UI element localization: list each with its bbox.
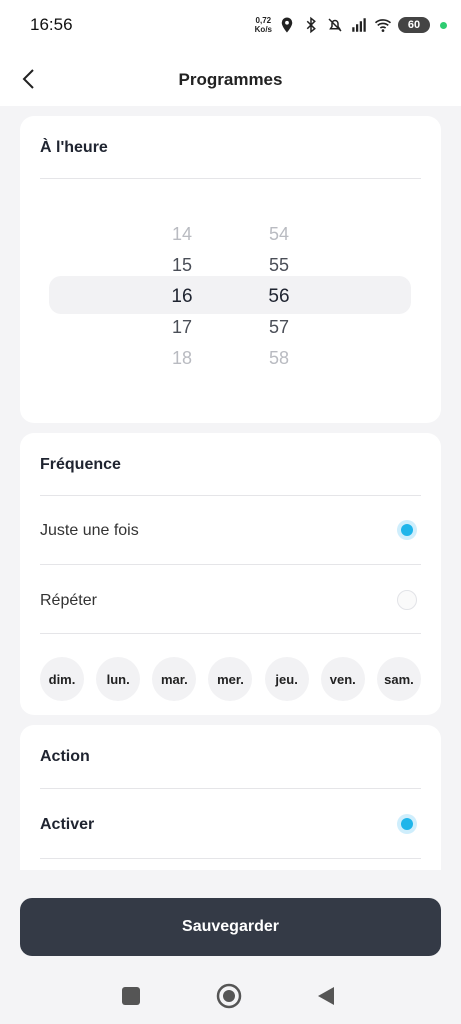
- radio-once[interactable]: [397, 520, 417, 540]
- day-button-tue[interactable]: mar.: [152, 657, 197, 701]
- minute-option[interactable]: 54: [249, 224, 309, 245]
- back-triangle-icon: [318, 987, 334, 1005]
- day-button-mon[interactable]: lun.: [96, 657, 141, 701]
- top-app-bar: Programmes: [0, 52, 461, 106]
- mute-icon: [328, 18, 342, 32]
- frequency-card-title: Fréquence: [40, 456, 121, 473]
- hour-option[interactable]: 18: [152, 348, 212, 369]
- status-time: 16:56: [30, 15, 73, 34]
- frequency-card: Fréquence Juste une fois Répéter dim. lu…: [20, 433, 441, 715]
- time-card: À l'heure 14 15 16 17 18 54 55 56 57 58: [20, 116, 441, 423]
- day-button-fri[interactable]: ven.: [320, 657, 365, 701]
- divider: [40, 564, 421, 565]
- hour-option[interactable]: 17: [152, 317, 212, 338]
- privacy-indicator-dot: [440, 21, 447, 29]
- divider: [40, 633, 421, 634]
- status-icons: 0,72 Ko/s 60: [255, 12, 447, 38]
- day-button-thu[interactable]: jeu.: [264, 657, 309, 701]
- location-icon: [281, 17, 293, 33]
- day-button-sat[interactable]: sam.: [376, 657, 421, 701]
- home-circle-icon: [216, 983, 242, 1009]
- divider: [40, 858, 421, 859]
- network-speed-value: 0,72: [255, 16, 272, 25]
- minute-option[interactable]: 58: [249, 348, 309, 369]
- save-button[interactable]: Sauvegarder: [20, 898, 441, 956]
- weekday-selector: dim. lun. mar. mer. jeu. ven. sam.: [40, 657, 421, 701]
- minute-option[interactable]: 57: [249, 317, 309, 338]
- page-title: Programmes: [178, 70, 283, 89]
- option-activate-label: Activer: [40, 816, 95, 833]
- status-bar: 16:56 0,72 Ko/s 60: [0, 0, 461, 52]
- time-card-title: À l'heure: [40, 139, 108, 156]
- hour-option[interactable]: 15: [152, 255, 212, 276]
- divider: [40, 788, 421, 789]
- minute-selected[interactable]: 56: [249, 286, 309, 308]
- divider: [40, 495, 421, 496]
- option-repeat-label: Répéter: [40, 592, 97, 609]
- battery-level: 60: [407, 19, 421, 31]
- square-icon: [122, 987, 140, 1005]
- day-button-wed[interactable]: mer.: [208, 657, 253, 701]
- day-button-sun[interactable]: dim.: [40, 657, 84, 701]
- minute-option[interactable]: 55: [249, 255, 309, 276]
- network-speed-unit: Ko/s: [254, 25, 272, 34]
- recents-button[interactable]: [117, 982, 145, 1010]
- signal-icon: [352, 18, 366, 32]
- battery-icon: 60: [398, 17, 430, 33]
- time-picker-selection-band: [49, 276, 411, 314]
- hour-option[interactable]: 14: [152, 224, 212, 245]
- action-card-title: Action: [40, 748, 90, 765]
- home-button[interactable]: [215, 982, 243, 1010]
- radio-activate[interactable]: [397, 814, 417, 834]
- wifi-icon: [374, 19, 392, 32]
- hour-selected[interactable]: 16: [152, 286, 212, 308]
- divider: [40, 178, 421, 179]
- network-speed: 0,72 Ko/s: [255, 16, 272, 34]
- option-once-label: Juste une fois: [40, 522, 139, 539]
- radio-repeat[interactable]: [397, 590, 417, 610]
- back-nav-button[interactable]: [312, 982, 340, 1010]
- bluetooth-icon: [306, 16, 316, 34]
- system-nav-bar: [0, 968, 461, 1024]
